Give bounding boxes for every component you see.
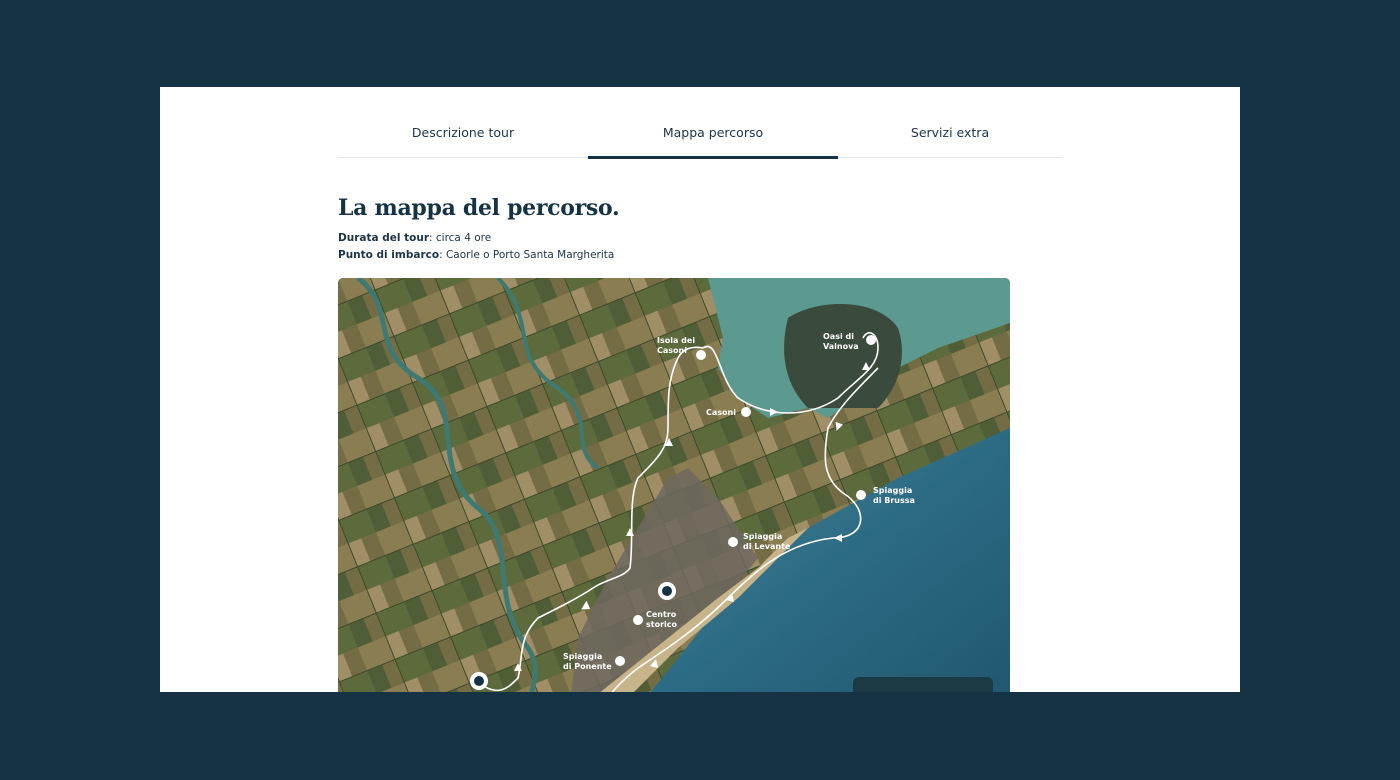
boarding-pin-icon[interactable] [470, 672, 488, 690]
place-label-line: storico [646, 620, 678, 629]
pin-inner [662, 586, 672, 596]
stop-marker [741, 407, 751, 417]
place-label-line: Spiaggia [743, 532, 782, 541]
stop-marker [615, 656, 625, 666]
place-label-line: Casoni [657, 346, 687, 355]
tab-servizi-extra[interactable]: Servizi extra [838, 117, 1062, 157]
tab-bar: Descrizione tour Mappa percorso Servizi … [338, 117, 1062, 159]
stop-casoni[interactable]: Casoni [706, 407, 751, 417]
place-label-line: di Levante [743, 542, 791, 551]
place-label-line: Spiaggia [563, 652, 602, 661]
stop-marker [728, 537, 738, 547]
page-title: La mappa del percorso. [338, 195, 620, 221]
stop-marker [696, 350, 706, 360]
place-label-line: Centro [646, 610, 677, 619]
pin-inner [474, 676, 484, 686]
tour-card: Descrizione tour Mappa percorso Servizi … [160, 87, 1240, 692]
duration-value: : circa 4 ore [429, 232, 492, 244]
route-map[interactable]: Isola dei Casoni Oasi di Valnova Casoni … [338, 278, 1010, 692]
tab-mappa-percorso[interactable]: Mappa percorso [588, 117, 838, 159]
place-label-line: Valnova [823, 342, 859, 351]
place-label-line: Spiaggia [873, 486, 912, 495]
map-legend-panel [853, 677, 993, 692]
map-svg: Isola dei Casoni Oasi di Valnova Casoni … [338, 278, 1010, 692]
tour-duration: Durata del tour: circa 4 ore [338, 232, 491, 244]
place-label-line: Casoni [706, 408, 736, 417]
duration-label: Durata del tour [338, 232, 429, 244]
boarding-value: : Caorle o Porto Santa Margherita [439, 249, 615, 261]
stop-marker [866, 335, 876, 345]
place-label-line: Oasi di [823, 332, 854, 341]
place-label-line: Isola dei [657, 336, 695, 345]
stop-marker [633, 615, 643, 625]
place-label-line: di Ponente [563, 662, 612, 671]
tab-descrizione-tour[interactable]: Descrizione tour [338, 117, 588, 157]
boarding-point: Punto di imbarco: Caorle o Porto Santa M… [338, 249, 614, 261]
boarding-label: Punto di imbarco [338, 249, 440, 261]
place-label-line: di Brussa [873, 496, 915, 505]
stop-marker [856, 490, 866, 500]
boarding-pin-icon[interactable] [658, 582, 676, 600]
